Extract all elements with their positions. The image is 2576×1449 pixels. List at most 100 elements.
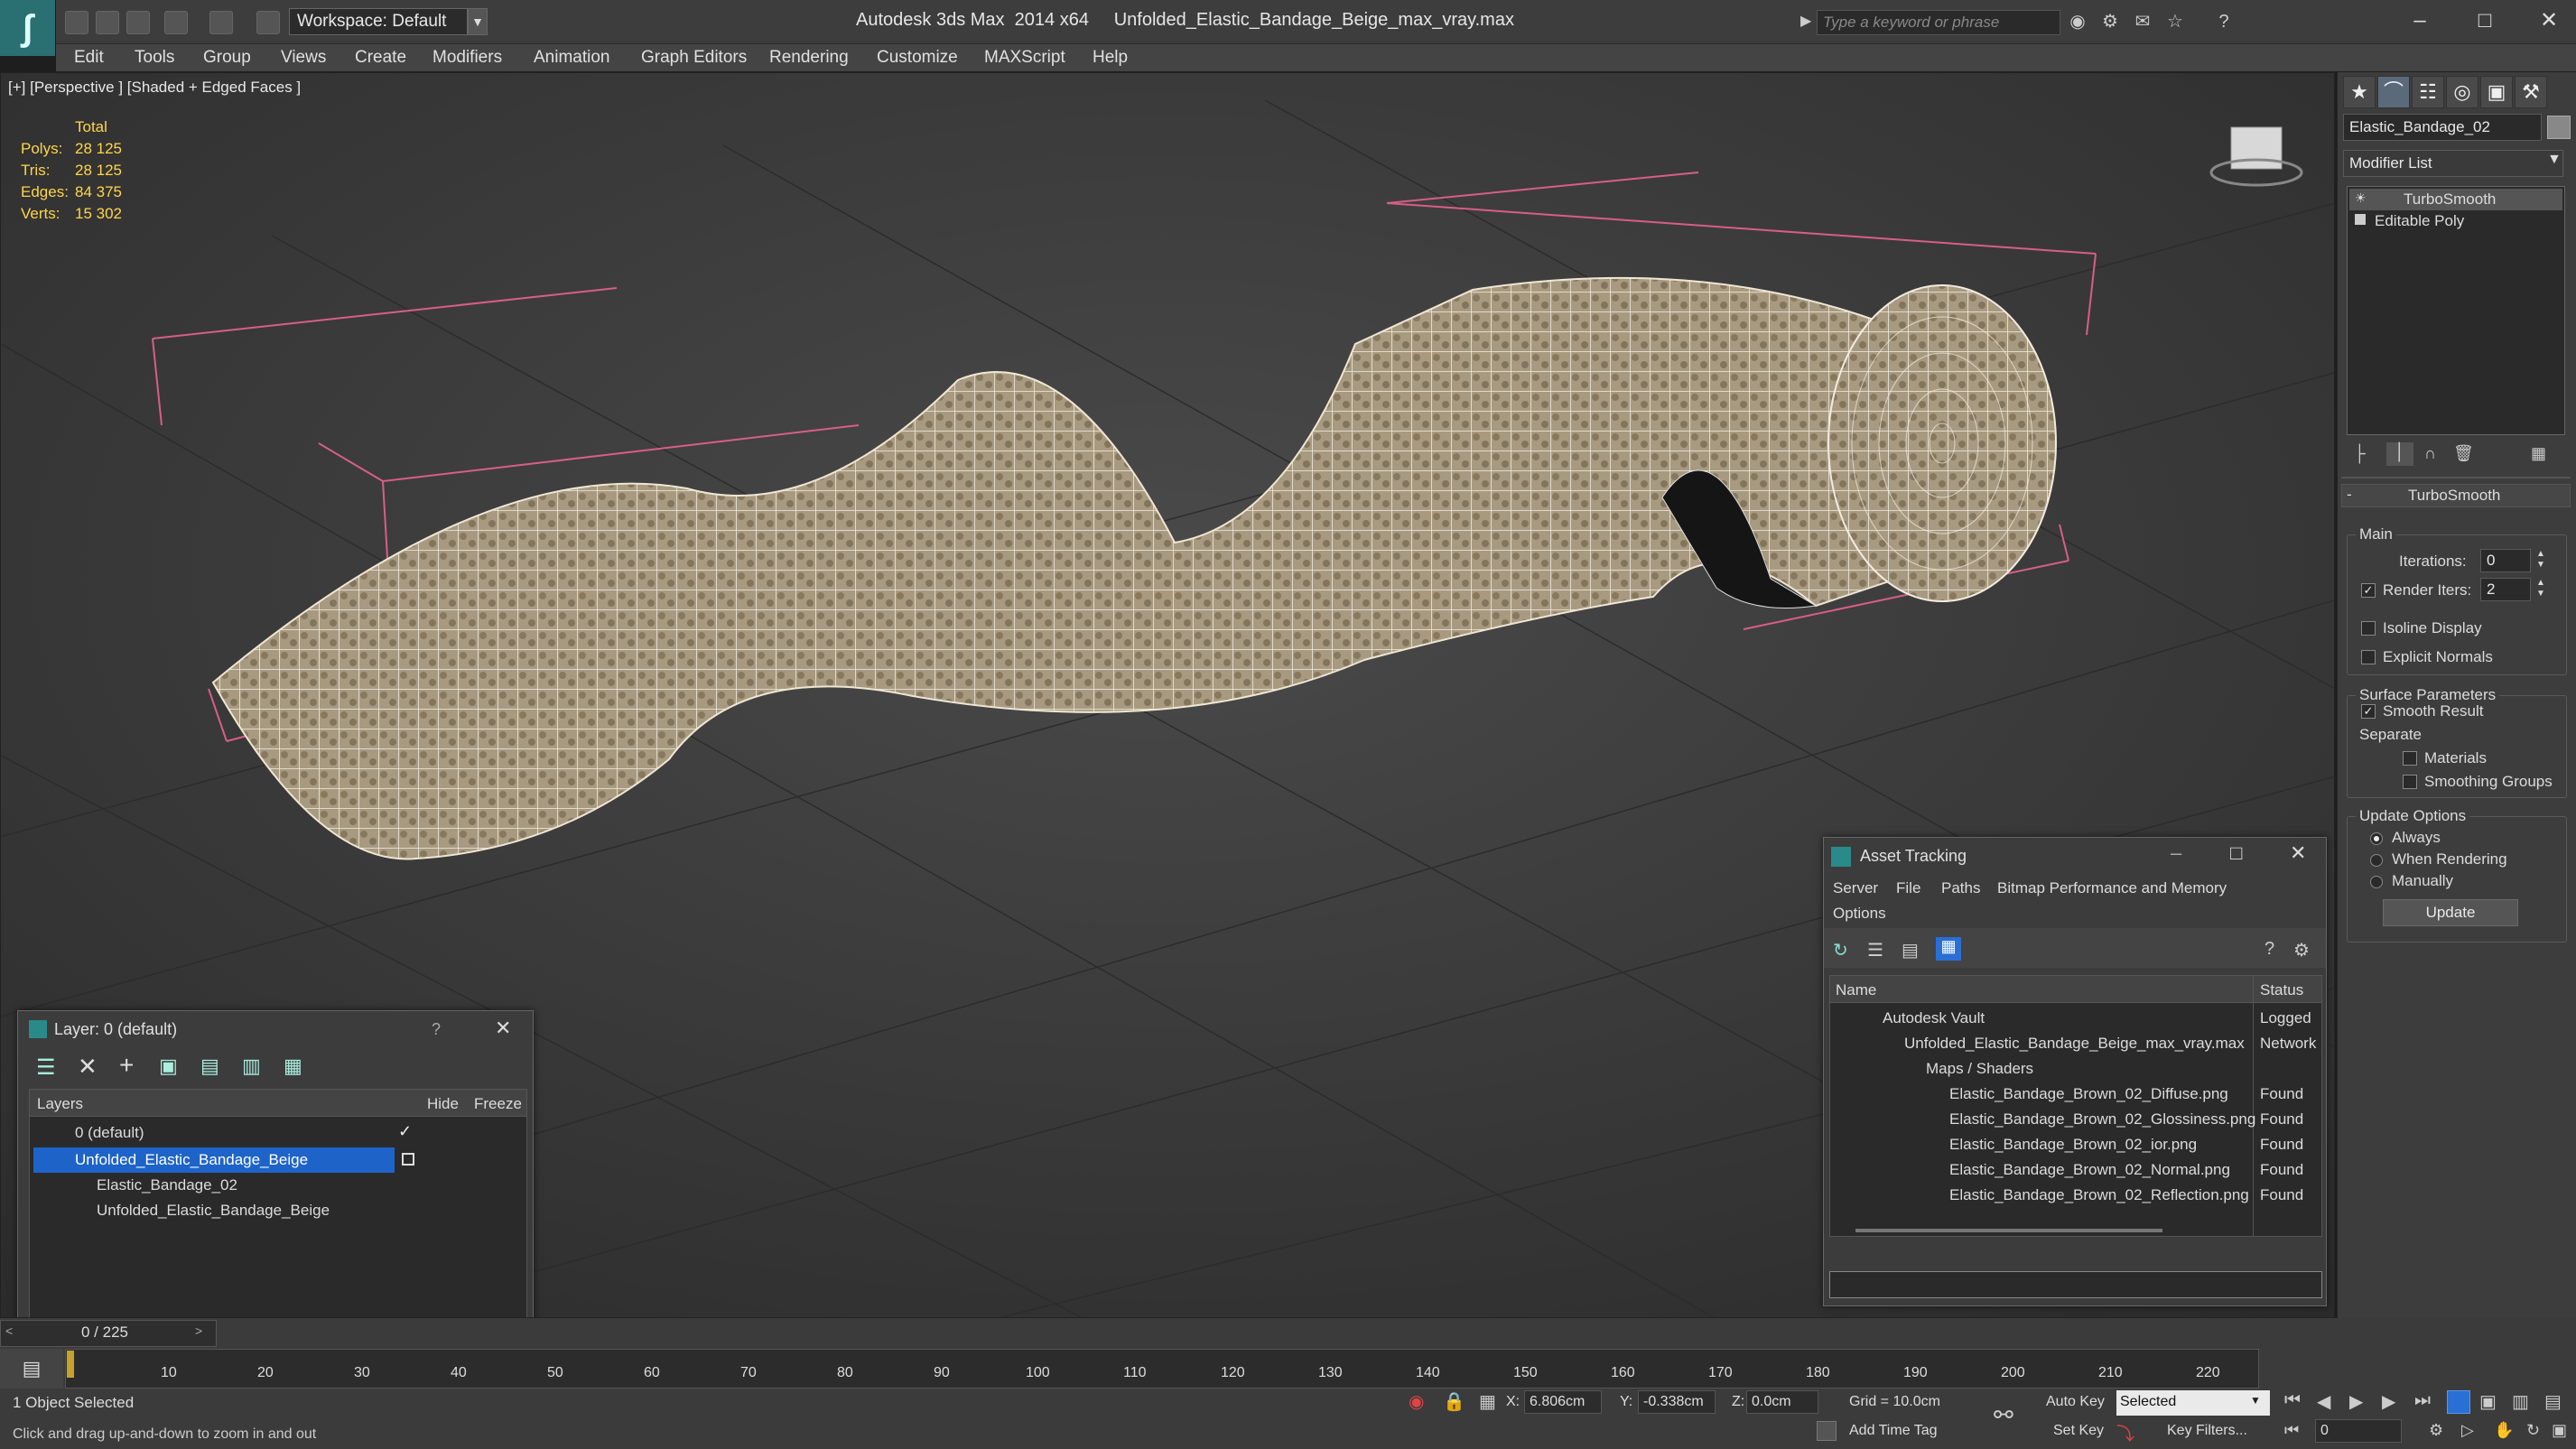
- orbit-icon[interactable]: ↻: [2526, 1421, 2540, 1440]
- asset-row[interactable]: Elastic_Bandage_Brown_02_ior.png: [1949, 1136, 2197, 1154]
- key-mode-toggle-icon[interactable]: ⏮: [2284, 1421, 2299, 1440]
- layer-object-row[interactable]: Unfolded_Elastic_Bandage_Beige: [97, 1202, 330, 1220]
- asset-menu-bitmap[interactable]: Bitmap Performance and Memory: [1997, 879, 2227, 897]
- asset-help-icon[interactable]: ?: [2264, 939, 2274, 960]
- asset-row[interactable]: Elastic_Bandage_Brown_02_Glossiness.png: [1949, 1110, 2255, 1129]
- absolute-mode-icon[interactable]: ▦: [1479, 1390, 1496, 1413]
- explicit-normals-checkbox[interactable]: [2361, 650, 2376, 664]
- col-layers[interactable]: Layers: [37, 1095, 83, 1113]
- maximize-icon[interactable]: □: [2462, 5, 2507, 36]
- menu-views[interactable]: Views: [281, 48, 326, 68]
- stack-item-editable-poly[interactable]: Editable Poly: [2375, 212, 2464, 230]
- stack-item-turbosmooth[interactable]: TurboSmooth: [2404, 190, 2496, 209]
- menu-maxscript[interactable]: MAXScript: [984, 48, 1065, 68]
- col-status[interactable]: Status: [2260, 981, 2303, 999]
- chevron-left-icon[interactable]: <: [5, 1324, 13, 1338]
- play-icon[interactable]: ▶: [2349, 1390, 2363, 1413]
- redo-icon[interactable]: [209, 11, 233, 34]
- new-layer-icon[interactable]: ☰: [36, 1054, 56, 1081]
- add-time-tag[interactable]: Add Time Tag: [1849, 1423, 1938, 1439]
- display-tab-icon[interactable]: ▣: [2480, 76, 2513, 108]
- close-icon[interactable]: ✕: [2526, 5, 2571, 36]
- key-mode-icon[interactable]: ⚯: [1994, 1401, 2013, 1429]
- track-bar[interactable]: [65, 1349, 2259, 1389]
- modify-tab-icon[interactable]: ⌒: [2377, 76, 2410, 108]
- add-to-layer-icon[interactable]: +: [119, 1051, 134, 1080]
- iterations-spinner[interactable]: 0: [2480, 549, 2531, 572]
- utilities-tab-icon[interactable]: ⚒: [2515, 76, 2547, 108]
- help-icon[interactable]: ?: [2214, 12, 2234, 32]
- chevron-down-icon[interactable]: ▼: [2250, 1394, 2261, 1407]
- undo-icon[interactable]: [164, 11, 188, 34]
- zoom-extents-icon[interactable]: ▥: [2512, 1390, 2529, 1413]
- open-file-icon[interactable]: [96, 11, 119, 34]
- subscription-icon[interactable]: ⚙: [2100, 12, 2120, 32]
- isoline-display-checkbox[interactable]: [2361, 621, 2376, 636]
- layer-row[interactable]: 0 (default): [75, 1124, 144, 1142]
- asset-path-field[interactable]: [1829, 1271, 2322, 1298]
- zoom-all-icon[interactable]: ▣: [2479, 1390, 2497, 1413]
- tree-view-icon[interactable]: ▤: [1902, 939, 1919, 961]
- expand-arrow-icon[interactable]: ▶: [1800, 12, 1811, 30]
- refresh-icon[interactable]: ↻: [1833, 939, 1848, 961]
- make-unique-icon[interactable]: ∩: [2424, 444, 2436, 463]
- project-folder-icon[interactable]: [256, 11, 280, 34]
- asset-menu-options[interactable]: Options: [1833, 905, 1886, 923]
- asset-row[interactable]: Autodesk Vault: [1883, 1009, 1985, 1027]
- set-current-layer-icon[interactable]: ▥: [242, 1054, 261, 1078]
- spinner-arrows-icon[interactable]: ▲ ▼: [2536, 578, 2545, 599]
- workspace-dropdown[interactable]: Workspace: Default: [289, 8, 468, 35]
- go-to-end-icon[interactable]: ⏭: [2414, 1390, 2431, 1411]
- z-coordinate-field[interactable]: 0.0cm: [1746, 1390, 1818, 1414]
- menu-graph-editors[interactable]: Graph Editors: [641, 48, 747, 68]
- horizontal-scrollbar[interactable]: [1855, 1229, 2162, 1232]
- smooth-result-checkbox[interactable]: ✓: [2361, 704, 2376, 719]
- menu-edit[interactable]: Edit: [74, 48, 104, 68]
- pan-view-icon[interactable]: ✋: [2494, 1421, 2514, 1440]
- object-name-field[interactable]: Elastic_Bandage_02: [2343, 114, 2542, 141]
- smoothing-groups-checkbox[interactable]: [2403, 775, 2417, 789]
- viewport-label[interactable]: [+] [Perspective ] [Shaded + Edged Faces…: [8, 79, 301, 97]
- materials-checkbox[interactable]: [2403, 751, 2417, 766]
- zoom-icon[interactable]: [2447, 1390, 2470, 1414]
- key-set-dropdown[interactable]: Selected: [2116, 1390, 2270, 1416]
- menu-customize[interactable]: Customize: [877, 48, 958, 68]
- asset-row[interactable]: Elastic_Bandage_Brown_02_Normal.png: [1949, 1161, 2230, 1179]
- create-tab-icon[interactable]: ★: [2343, 76, 2376, 108]
- col-freeze[interactable]: Freeze: [474, 1095, 522, 1113]
- asset-menu-paths[interactable]: Paths: [1941, 879, 1980, 897]
- render-iters-checkbox[interactable]: ✓: [2361, 583, 2376, 598]
- y-coordinate-field[interactable]: -0.338cm: [1638, 1390, 1716, 1414]
- perspective-viewport[interactable]: [+] [Perspective ] [Shaded + Edged Faces…: [0, 72, 2335, 1318]
- chevron-right-icon[interactable]: >: [195, 1324, 202, 1338]
- update-button[interactable]: Update: [2383, 899, 2518, 926]
- maximize-viewport-icon[interactable]: ▤: [2544, 1390, 2562, 1413]
- next-frame-icon[interactable]: ▶: [2382, 1390, 2395, 1413]
- previous-frame-icon[interactable]: ◀: [2317, 1390, 2330, 1413]
- asset-row[interactable]: Unfolded_Elastic_Bandage_Beige_max_vray.…: [1904, 1035, 2245, 1053]
- maximize-toggle-icon[interactable]: ▣: [2552, 1421, 2567, 1440]
- menu-rendering[interactable]: Rendering: [769, 48, 849, 68]
- motion-tab-icon[interactable]: ◎: [2446, 76, 2478, 108]
- app-logo-icon[interactable]: ∫: [0, 0, 56, 56]
- go-to-start-icon[interactable]: ⏮: [2284, 1390, 2301, 1411]
- auto-key-button[interactable]: Auto Key: [2046, 1394, 2105, 1410]
- minimize-icon[interactable]: –: [2397, 5, 2442, 36]
- lock-selection-icon[interactable]: 🔒: [1443, 1390, 1465, 1413]
- select-layer-icon[interactable]: ▤: [200, 1054, 219, 1078]
- remove-modifier-icon[interactable]: 🗑: [2453, 444, 2474, 463]
- menu-help[interactable]: Help: [1093, 48, 1128, 68]
- close-icon[interactable]: ✕: [2290, 841, 2306, 865]
- spinner-arrows-icon[interactable]: ▲ ▼: [2536, 549, 2545, 571]
- col-name[interactable]: Name: [1836, 981, 1876, 999]
- render-iters-spinner[interactable]: 2: [2480, 578, 2531, 601]
- col-hide[interactable]: Hide: [427, 1095, 459, 1113]
- favorites-star-icon[interactable]: ☆: [2165, 12, 2185, 32]
- list-view-icon[interactable]: ☰: [1867, 939, 1883, 961]
- always-radio[interactable]: [2370, 832, 2383, 845]
- communication-icon[interactable]: ✉: [2133, 12, 2153, 32]
- key-filters-button[interactable]: Key Filters...: [2167, 1423, 2247, 1439]
- configure-sets-icon[interactable]: ▦: [2531, 444, 2546, 463]
- menu-group[interactable]: Group: [203, 48, 251, 68]
- x-coordinate-field[interactable]: 6.806cm: [1524, 1390, 1602, 1414]
